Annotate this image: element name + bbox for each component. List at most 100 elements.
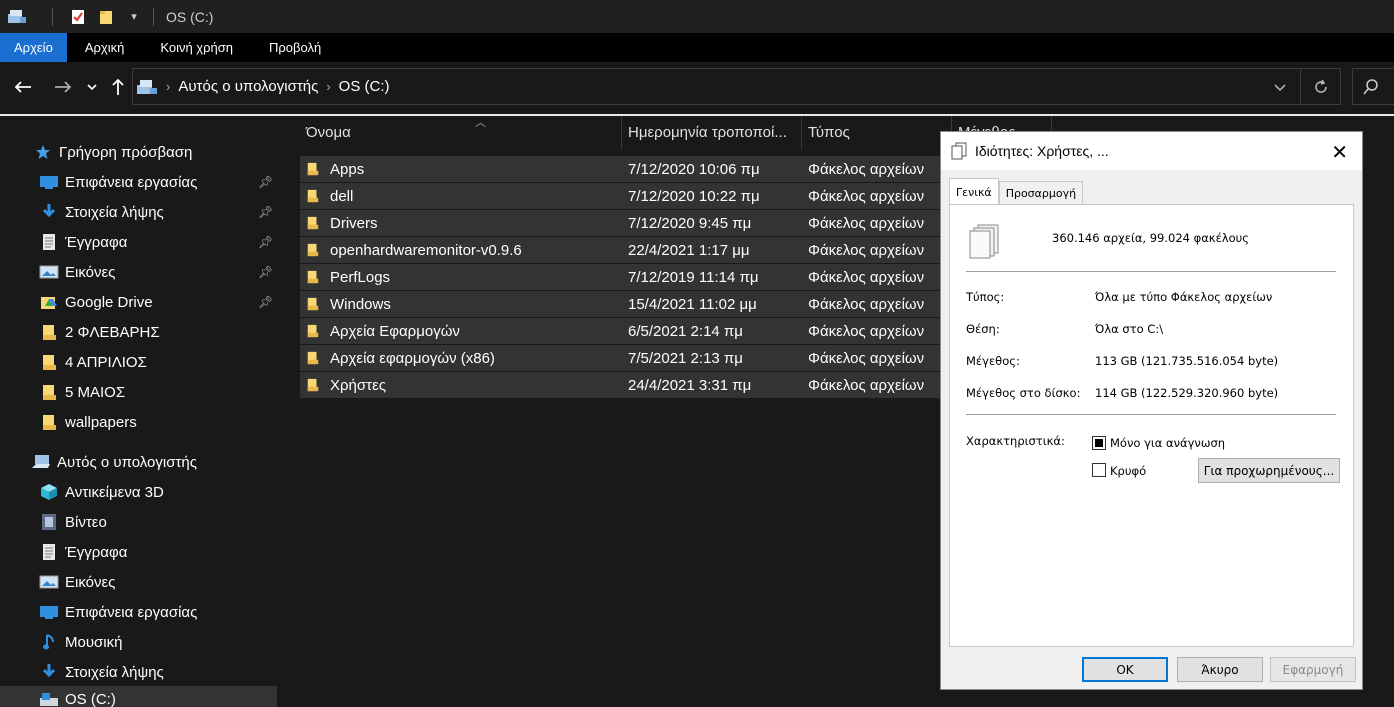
file-name-cell[interactable]: openhardwaremonitor-v0.9.6 [306, 242, 522, 259]
documents-icon [38, 542, 60, 562]
table-row[interactable]: PerfLogs 7/12/2019 11:14 πμ Φάκελος αρχείω… [300, 264, 951, 290]
sidebar-item-3d-objects[interactable]: Αντικείμενα 3D [0, 477, 277, 507]
table-row[interactable]: openhardwaremonitor-v0.9.6 22/4/2021 1:17… [300, 237, 951, 263]
chevron-right-icon[interactable]: › [166, 79, 170, 94]
sidebar-item-desktop[interactable]: Επιφάνεια εργασίας 📌︎ [0, 167, 277, 197]
ribbon-tabs: Αρχείο Αρχική Κοινή χρήση Προβολή [0, 33, 1394, 62]
file-name-cell[interactable]: Apps [306, 161, 364, 178]
table-row[interactable]: Χρήστες 24/4/2021 3:31 πμ Φάκελος αρχείων [300, 372, 951, 398]
hidden-label[interactable]: Κρυφό [1110, 464, 1146, 478]
folder-icon [307, 378, 319, 392]
column-header-date[interactable]: Ημερομηνία τροποποί... [622, 116, 802, 149]
advanced-button[interactable]: Για προχωρημένους... [1198, 458, 1340, 483]
customize-quick-access-icon[interactable]: ▾ [123, 6, 145, 28]
tab-home[interactable]: Αρχική [67, 33, 143, 62]
sidebar-item-pictures[interactable]: Εικόνες 📌︎ [0, 257, 277, 287]
sidebar-item-folder[interactable]: 2 ΦΛΕΒΑΡΗΣ [0, 317, 277, 347]
tab-view[interactable]: Προβολή [251, 33, 339, 62]
pin-icon[interactable]: 📌︎ [258, 265, 273, 279]
search-box[interactable] [1352, 68, 1394, 105]
column-header-type[interactable]: Τύπος [802, 116, 952, 149]
computer-icon [136, 78, 158, 96]
sidebar-item-pictures[interactable]: Εικόνες [0, 567, 277, 597]
sidebar-item-downloads[interactable]: Στοιχεία λήψης 📌︎ [0, 197, 277, 227]
new-folder-icon[interactable] [95, 6, 117, 28]
sidebar-item-label: OS (C:) [65, 691, 116, 707]
file-date: 22/4/2021 1:17 μμ [628, 241, 750, 259]
close-icon[interactable]: ✕ [1331, 140, 1348, 164]
pin-icon[interactable]: 📌︎ [258, 205, 273, 219]
sidebar-item-this-pc[interactable]: Αυτός ο υπολογιστής [0, 447, 277, 477]
folder-icon [38, 382, 60, 402]
breadcrumb-os-c[interactable]: OS (C:) [339, 78, 390, 95]
back-button[interactable] [10, 74, 36, 100]
multiple-files-icon [968, 223, 1002, 263]
sidebar-item-music[interactable]: Μουσική [0, 627, 277, 657]
address-bar[interactable]: › Αυτός ο υπολογιστής › OS (C:) [132, 68, 1341, 105]
address-dropdown-button[interactable] [1260, 79, 1300, 95]
sidebar-item-desktop[interactable]: Επιφάνεια εργασίας [0, 597, 277, 627]
sidebar-item-videos[interactable]: Βίντεο [0, 507, 277, 537]
chevron-down-icon[interactable] [34, 6, 44, 28]
properties-icon[interactable] [67, 6, 89, 28]
apply-button[interactable]: Εφαρμογή [1270, 657, 1356, 682]
desktop-icon [38, 602, 60, 622]
file-name-cell[interactable]: PerfLogs [306, 269, 390, 286]
folder-icon [38, 322, 60, 342]
column-header-name[interactable]: Όνομα ︿ [300, 116, 622, 149]
column-header-label: Ημερομηνία τροποποί... [628, 124, 787, 141]
sidebar-item-folder[interactable]: wallpapers [0, 407, 277, 437]
file-name-cell[interactable]: Αρχεία Εφαρμογών [306, 323, 460, 340]
pin-icon[interactable]: 📌︎ [258, 235, 273, 249]
file-name: Αρχεία εφαρμογών (x86) [330, 349, 495, 367]
pin-icon[interactable]: 📌︎ [258, 295, 273, 309]
tab-share[interactable]: Κοινή χρήση [142, 33, 251, 62]
forward-button[interactable] [50, 74, 76, 100]
sidebar-item-downloads[interactable]: Στοιχεία λήψης [0, 657, 277, 687]
table-row[interactable]: Windows 15/4/2021 11:02 μμ Φάκελος αρχείων [300, 291, 951, 317]
readonly-checkbox[interactable] [1092, 436, 1106, 450]
computer-icon[interactable] [6, 6, 28, 28]
file-date: 15/4/2021 11:02 μμ [628, 295, 757, 313]
ok-button[interactable]: OK [1082, 657, 1168, 682]
sidebar-item-label: 4 ΑΠΡΙΛΙΟΣ [65, 353, 147, 371]
recent-locations-button[interactable] [80, 74, 104, 100]
refresh-button[interactable] [1300, 69, 1340, 104]
chevron-right-icon[interactable]: › [326, 79, 330, 94]
chevron-down-icon [87, 84, 97, 91]
sidebar-item-os-c[interactable]: OS (C:) [0, 686, 277, 707]
table-row[interactable]: Apps 7/12/2020 10:06 πμ Φάκελος αρχείων [300, 156, 951, 182]
prop-value: 114 GB (122.529.320.960 byte) [1095, 386, 1279, 400]
hidden-checkbox[interactable] [1092, 463, 1106, 477]
up-button[interactable] [105, 74, 131, 100]
table-row[interactable]: Drivers 7/12/2020 9:45 πμ Φάκελος αρχείων [300, 210, 951, 236]
dialog-title-bar: Ιδιότητες: Χρήστες, ... ✕ [941, 132, 1362, 170]
tab-file[interactable]: Αρχείο [0, 33, 67, 62]
cancel-button[interactable]: Άκυρο [1177, 657, 1263, 682]
file-name-cell[interactable]: Αρχεία εφαρμογών (x86) [306, 350, 495, 367]
breadcrumb-this-pc[interactable]: Αυτός ο υπολογιστής [178, 78, 318, 95]
prop-label: Τύπος: [966, 290, 1005, 304]
folder-icon [38, 412, 60, 432]
file-name-cell[interactable]: Windows [306, 296, 391, 313]
download-icon [38, 202, 60, 222]
sidebar-item-folder[interactable]: 4 ΑΠΡΙΛΙΟΣ [0, 347, 277, 377]
sidebar-item-quick-access[interactable]: Γρήγορη πρόσβαση [0, 137, 277, 167]
sidebar-item-documents[interactable]: Έγγραφα 📌︎ [0, 227, 277, 257]
sidebar-item-google-drive[interactable]: Google Drive 📌︎ [0, 287, 277, 317]
file-name-cell[interactable]: dell [306, 188, 353, 205]
file-name-cell[interactable]: Drivers [306, 215, 378, 232]
tab-general[interactable]: Γενικά [949, 178, 999, 205]
folder-icon [307, 297, 319, 311]
pin-icon[interactable]: 📌︎ [258, 175, 273, 189]
readonly-label[interactable]: Μόνο για ανάγνωση [1110, 436, 1225, 450]
tab-customize[interactable]: Προσαρμογή [998, 181, 1084, 205]
sidebar-item-label: Μουσική [65, 633, 123, 651]
table-row[interactable]: dell 7/12/2020 10:22 πμ Φάκελος αρχείων [300, 183, 951, 209]
file-name-cell[interactable]: Χρήστες [306, 377, 386, 394]
table-row[interactable]: Αρχεία Εφαρμογών 6/5/2021 2:14 πμ Φάκελος … [300, 318, 951, 344]
sidebar-item-documents[interactable]: Έγγραφα [0, 537, 277, 567]
table-row[interactable]: Αρχεία εφαρμογών (x86) 7/5/2021 2:13 πμ Φά… [300, 345, 951, 371]
sidebar-item-label: Βίντεο [65, 513, 107, 531]
sidebar-item-folder[interactable]: 5 ΜΑΙΟΣ [0, 377, 277, 407]
